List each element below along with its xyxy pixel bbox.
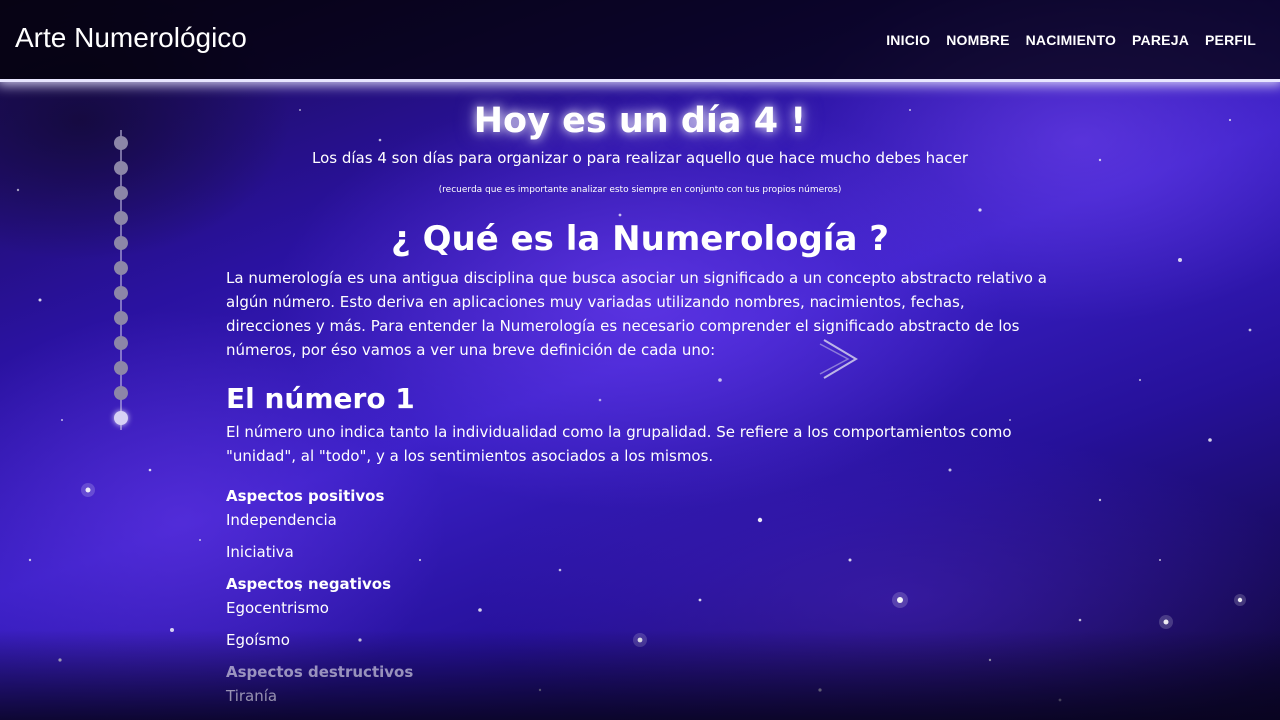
pagination-dot[interactable] (114, 261, 128, 275)
positive-aspect-item: Iniciativa (226, 543, 294, 561)
pagination-dot[interactable] (114, 386, 128, 400)
section-pagination (112, 130, 130, 430)
positive-aspect-item: Independencia (226, 511, 337, 529)
pagination-dot[interactable] (114, 211, 128, 225)
destructive-aspect-item: Tiranía (226, 687, 278, 705)
pagination-dot[interactable] (114, 311, 128, 325)
nav-link-nacimiento[interactable]: NACIMIENTO (1026, 32, 1116, 48)
numerology-intro: La numerología es una antigua disciplina… (226, 269, 1047, 359)
number-title: El número 1 (226, 382, 415, 415)
main-content: Hoy es un día 4 ! Los días 4 son días pa… (226, 92, 1054, 716)
number-description: El número uno indica tanto la individual… (226, 423, 1012, 465)
negative-aspect-item: Egoísmo (226, 631, 290, 649)
navbar: Arte Numerológico INICIO NOMBRE NACIMIEN… (0, 0, 1280, 82)
pagination-dot[interactable] (114, 161, 128, 175)
nav-link-nombre[interactable]: NOMBRE (946, 32, 1009, 48)
pagination-dot[interactable] (114, 136, 128, 150)
nav-link-inicio[interactable]: INICIO (886, 32, 930, 48)
nav-menu: INICIO NOMBRE NACIMIENTO PAREJA PERFIL (886, 32, 1256, 48)
nav-link-perfil[interactable]: PERFIL (1205, 32, 1256, 48)
pagination-dot[interactable] (114, 236, 128, 250)
pagination-dot[interactable] (114, 186, 128, 200)
daily-number-title: Hoy es un día 4 ! (473, 101, 807, 141)
negative-aspect-item: Egocentrismo (226, 599, 329, 617)
positive-aspects-heading: Aspectos positivos (226, 487, 385, 505)
pagination-dot[interactable] (114, 286, 128, 300)
pagination-line (120, 130, 122, 430)
brand-logo-link[interactable]: Arte Numerológico (15, 22, 247, 54)
pagination-dot[interactable] (114, 336, 128, 350)
nav-link-pareja[interactable]: PAREJA (1132, 32, 1189, 48)
daily-number-description: Los días 4 son días para organizar o par… (312, 149, 968, 167)
negative-aspects-heading: Aspectos negativos (226, 575, 391, 593)
numerology-section-title: ¿ Qué es la Numerología ? (391, 219, 889, 259)
daily-number-note: (recuerda que es importante analizar est… (438, 185, 842, 195)
pagination-dot[interactable] (114, 411, 128, 425)
pagination-dot[interactable] (114, 361, 128, 375)
destructive-aspects-heading: Aspectos destructivos (226, 663, 414, 681)
